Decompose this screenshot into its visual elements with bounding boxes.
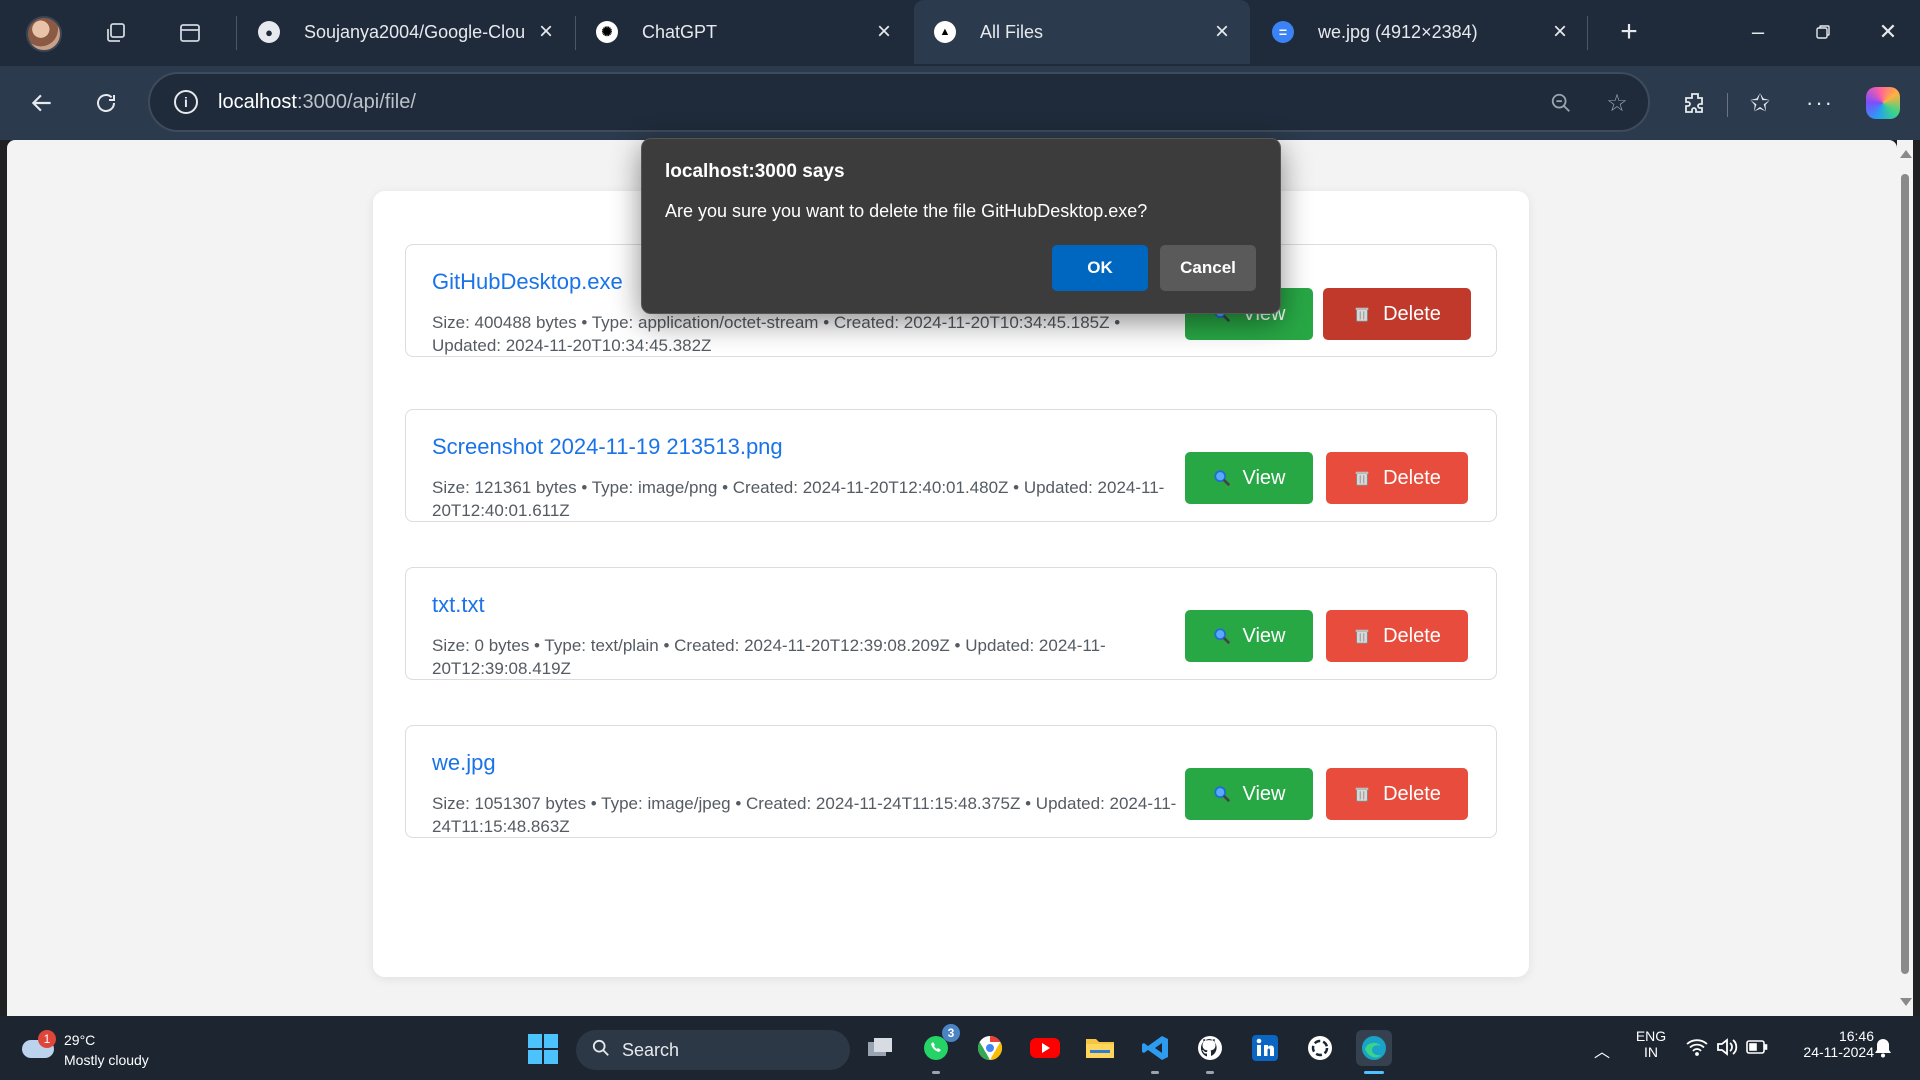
clock[interactable]: 16:46 24-11-2024 xyxy=(1778,1028,1874,1060)
copilot-icon[interactable] xyxy=(1866,87,1900,119)
vercel-triangle-icon: ▲ xyxy=(934,21,956,43)
address-bar[interactable]: i localhost:3000/api/file/ ☆ xyxy=(148,72,1650,132)
file-meta: Size: 1051307 bytes • Type: image/jpeg •… xyxy=(432,794,1177,836)
delete-button[interactable]: Delete xyxy=(1326,610,1468,662)
linkedin-icon[interactable] xyxy=(1247,1030,1283,1066)
favorite-star-icon[interactable]: ☆ xyxy=(1602,88,1632,118)
tab-all-files[interactable]: ▲ All Files × xyxy=(914,0,1250,64)
reload-icon[interactable] xyxy=(86,83,126,123)
github-desktop-icon[interactable] xyxy=(1192,1030,1228,1074)
close-tab-icon[interactable]: × xyxy=(532,18,560,46)
file-name-link[interactable]: we.jpg xyxy=(432,750,496,776)
tab-chatgpt[interactable]: ✺ ChatGPT × xyxy=(576,0,912,64)
google-chrome-icon[interactable] xyxy=(972,1030,1008,1066)
view-button[interactable]: View xyxy=(1185,768,1313,820)
file-card: txt.txt Size: 0 bytes • Type: text/plain… xyxy=(405,567,1497,680)
clock-date: 24-11-2024 xyxy=(1803,1044,1874,1060)
confirm-dialog: localhost:3000 says Are you sure you wan… xyxy=(641,138,1281,314)
more-menu-icon[interactable]: ··· xyxy=(1800,83,1840,123)
search-label: Search xyxy=(622,1040,680,1060)
language-indicator[interactable]: ENG IN xyxy=(1628,1028,1674,1060)
cancel-button[interactable]: Cancel xyxy=(1160,245,1256,291)
view-button[interactable]: View xyxy=(1185,452,1313,504)
profile-avatar[interactable] xyxy=(26,16,62,52)
tab-github[interactable]: ● Soujanya2004/Google-Clou × xyxy=(238,0,574,64)
file-name-link[interactable]: GitHubDesktop.exe xyxy=(432,269,623,295)
weather-condition: Mostly cloudy xyxy=(64,1052,149,1068)
github-icon: ● xyxy=(258,21,280,43)
browser-tab-strip: ● Soujanya2004/Google-Clou × ✺ ChatGPT ×… xyxy=(0,0,1920,66)
zoom-icon[interactable] xyxy=(1546,88,1576,118)
file-explorer-icon[interactable] xyxy=(1082,1030,1118,1066)
vscode-icon[interactable] xyxy=(1137,1030,1173,1074)
file-card: Screenshot 2024-11-19 213513.png Size: 1… xyxy=(405,409,1497,522)
dialog-message: Are you sure you want to delete the file… xyxy=(665,201,1148,221)
file-name-link[interactable]: txt.txt xyxy=(432,592,485,618)
delete-button[interactable]: Delete xyxy=(1326,768,1468,820)
file-meta: Size: 400488 bytes • Type: application/o… xyxy=(432,313,1121,355)
file-name-link[interactable]: Screenshot 2024-11-19 213513.png xyxy=(432,434,783,460)
whatsapp-badge: 3 xyxy=(942,1024,960,1042)
magnifier-icon xyxy=(1213,470,1230,487)
tab-title: All Files xyxy=(980,21,1044,42)
task-view-icon[interactable] xyxy=(862,1030,898,1066)
openai-icon: ✺ xyxy=(596,21,618,43)
workspaces-icon[interactable] xyxy=(100,17,132,49)
taskbar-search[interactable]: Search xyxy=(576,1030,850,1070)
extensions-icon[interactable] xyxy=(1675,83,1715,123)
weather-widget[interactable]: 1 29°C Mostly cloudy xyxy=(18,1026,188,1070)
image-icon: = xyxy=(1272,21,1294,43)
page-scrollbar[interactable] xyxy=(1897,140,1913,1016)
new-tab-icon[interactable]: + xyxy=(1609,14,1649,50)
tab-title: we.jpg (4912×2384) xyxy=(1318,21,1478,42)
ok-button[interactable]: OK xyxy=(1052,245,1148,291)
delete-button[interactable]: Delete xyxy=(1326,452,1468,504)
battery-icon[interactable] xyxy=(1746,1039,1768,1060)
notification-bell-icon[interactable] xyxy=(1874,1038,1892,1063)
close-tab-icon[interactable]: × xyxy=(1208,18,1236,46)
magnifier-icon xyxy=(1213,786,1230,803)
wastebasket-icon xyxy=(1355,471,1369,486)
tab-title: ChatGPT xyxy=(642,21,718,42)
view-button[interactable]: View xyxy=(1185,610,1313,662)
windows-start-icon[interactable] xyxy=(528,1034,558,1064)
scroll-down-arrow-icon[interactable] xyxy=(1900,998,1912,1006)
wastebasket-icon xyxy=(1355,307,1369,322)
file-meta: Size: 121361 bytes • Type: image/png • C… xyxy=(432,478,1165,520)
scrollbar-thumb[interactable] xyxy=(1901,174,1909,974)
back-icon[interactable] xyxy=(22,83,62,123)
scroll-up-arrow-icon[interactable] xyxy=(1900,150,1912,158)
file-meta: Size: 0 bytes • Type: text/plain • Creat… xyxy=(432,636,1106,678)
browser-toolbar: i localhost:3000/api/file/ ☆ ✩ ··· xyxy=(0,66,1920,140)
notification-badge: 1 xyxy=(38,1030,56,1048)
whatsapp-icon[interactable]: 3 xyxy=(918,1024,960,1074)
tab-title: Soujanya2004/Google-Clou xyxy=(304,21,526,42)
magnifier-icon xyxy=(1213,628,1230,645)
favorites-icon[interactable]: ✩ xyxy=(1740,83,1780,123)
windows-taskbar: 1 29°C Mostly cloudy Search 3 ︿ ENG IN 1… xyxy=(0,1016,1920,1080)
youtube-icon[interactable] xyxy=(1027,1030,1063,1066)
close-tab-icon[interactable]: × xyxy=(870,18,898,46)
wifi-icon[interactable] xyxy=(1686,1038,1708,1061)
url-text[interactable]: localhost:3000/api/file/ xyxy=(218,91,416,114)
delete-button[interactable]: Delete xyxy=(1323,288,1471,340)
search-icon xyxy=(592,1039,609,1056)
wastebasket-icon xyxy=(1355,629,1369,644)
show-hidden-icons-chevron-icon[interactable]: ︿ xyxy=(1594,1038,1610,1062)
edge-browser-icon[interactable] xyxy=(1356,1030,1392,1074)
wastebasket-icon xyxy=(1355,787,1369,802)
volume-icon[interactable] xyxy=(1716,1037,1738,1062)
file-card: we.jpg Size: 1051307 bytes • Type: image… xyxy=(405,725,1497,838)
chatgpt-app-icon[interactable] xyxy=(1302,1030,1338,1066)
dialog-title: localhost:3000 says xyxy=(665,161,845,182)
tab-image[interactable]: = we.jpg (4912×2384) × xyxy=(1252,0,1588,64)
site-info-icon[interactable]: i xyxy=(174,90,198,114)
minimize-icon[interactable]: – xyxy=(1738,14,1778,50)
clock-time: 16:46 xyxy=(1838,1028,1874,1044)
close-tab-icon[interactable]: × xyxy=(1546,18,1574,46)
restore-icon[interactable] xyxy=(1803,14,1843,50)
close-window-icon[interactable]: ✕ xyxy=(1868,14,1908,50)
tab-actions-icon[interactable] xyxy=(174,17,206,49)
temperature: 29°C xyxy=(64,1032,96,1048)
